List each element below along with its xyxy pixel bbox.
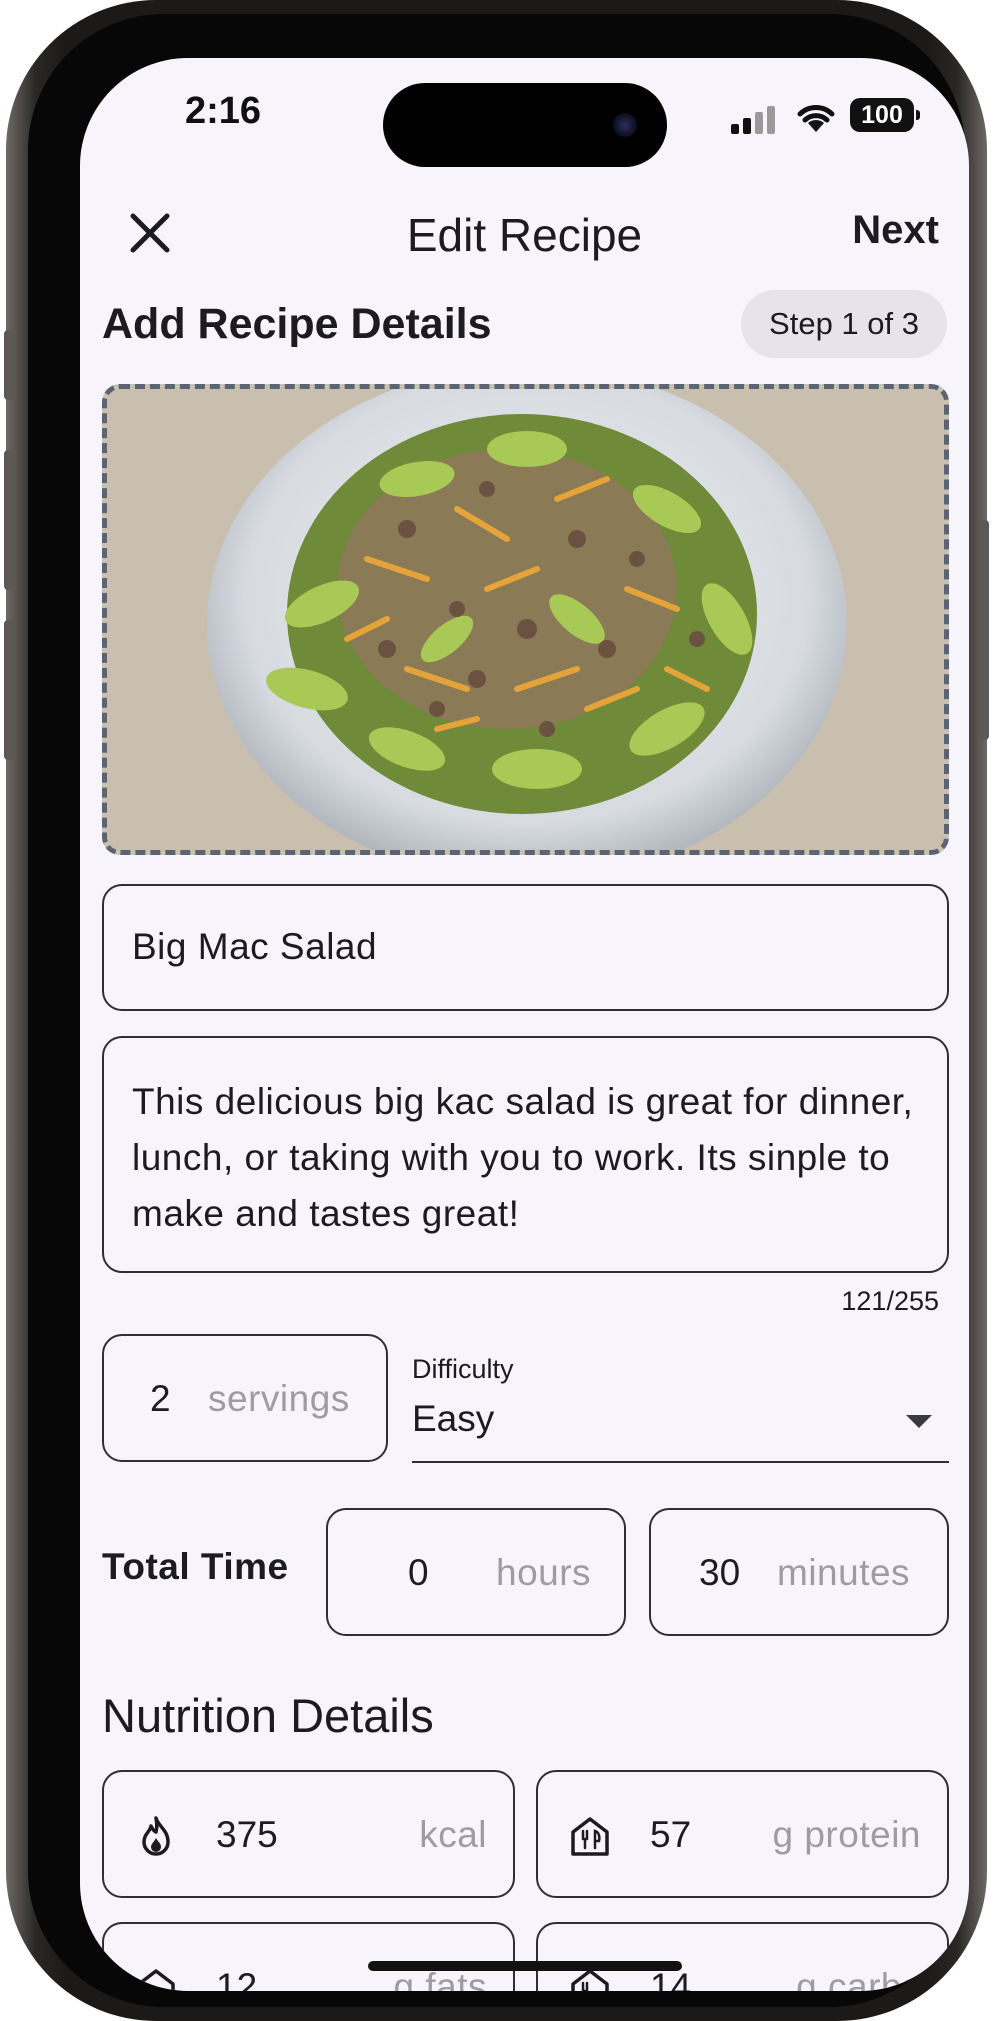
carbs-unit: g carbs [796,1966,921,1991]
difficulty-dropdown[interactable]: Easy [412,1398,494,1440]
nutrition-title: Nutrition Details [102,1689,434,1742]
character-counter: 121/255 [841,1286,939,1316]
calories-field[interactable]: 375 kcal [102,1770,515,1898]
difficulty-underline [412,1461,949,1463]
fats-value: 12 [216,1966,258,1991]
minutes-unit: minutes [777,1552,911,1593]
protein-field[interactable]: 57 g protein [536,1770,949,1898]
camera-icon [613,113,637,137]
next-button[interactable]: Next [852,208,939,253]
minutes-value: 30 [699,1552,741,1593]
recipe-description-value: This delicious big kac salad is great fo… [132,1081,914,1234]
volume-down-button [4,620,14,760]
recipe-photo[interactable] [102,384,949,855]
protein-value: 57 [650,1814,692,1855]
cellular-signal-icon [731,106,777,134]
hours-field[interactable]: 0 hours [326,1508,626,1636]
section-title: Add Recipe Details [102,300,492,348]
servings-value: 2 [150,1378,171,1419]
calories-unit: kcal [419,1814,487,1855]
app-screen: 2:16 100 Edit Recipe Next Add Recipe Det… [80,58,969,1991]
fats-icon [137,1969,175,1991]
wifi-icon [797,105,835,132]
difficulty-label: Difficulty [412,1354,514,1384]
status-time: 2:16 [185,90,262,132]
hours-unit: hours [496,1552,592,1593]
total-time-label: Total Time [102,1546,289,1587]
phone-frame: 2:16 100 Edit Recipe Next Add Recipe Det… [4,0,989,2021]
servings-field[interactable]: 2 servings [102,1334,388,1462]
protein-unit: g protein [772,1814,921,1855]
phone-bezel: 2:16 100 Edit Recipe Next Add Recipe Det… [28,14,969,2007]
dropdown-arrow-icon[interactable] [906,1415,932,1428]
carbs-field[interactable]: 14 g carbs [536,1922,949,1991]
mute-switch [4,330,14,400]
volume-up-button [4,450,14,590]
power-button [979,520,989,740]
servings-unit: servings [208,1378,350,1419]
flame-icon [142,1816,170,1856]
fats-field[interactable]: 12 g fats [102,1922,515,1991]
dynamic-island [383,83,667,167]
recipe-title-field[interactable]: Big Mac Salad [102,884,949,1011]
calories-value: 375 [216,1814,278,1855]
minutes-field[interactable]: 30 minutes [649,1508,949,1636]
battery-icon: 100 [850,98,920,132]
hours-value: 0 [408,1552,429,1593]
recipe-title-value: Big Mac Salad [132,926,378,967]
salad-image [107,389,944,850]
step-badge: Step 1 of 3 [741,290,947,358]
home-indicator[interactable] [368,1961,682,1971]
recipe-description-field[interactable]: This delicious big kac salad is great fo… [102,1036,949,1273]
protein-icon [571,1817,609,1856]
page-title: Edit Recipe [406,209,643,261]
